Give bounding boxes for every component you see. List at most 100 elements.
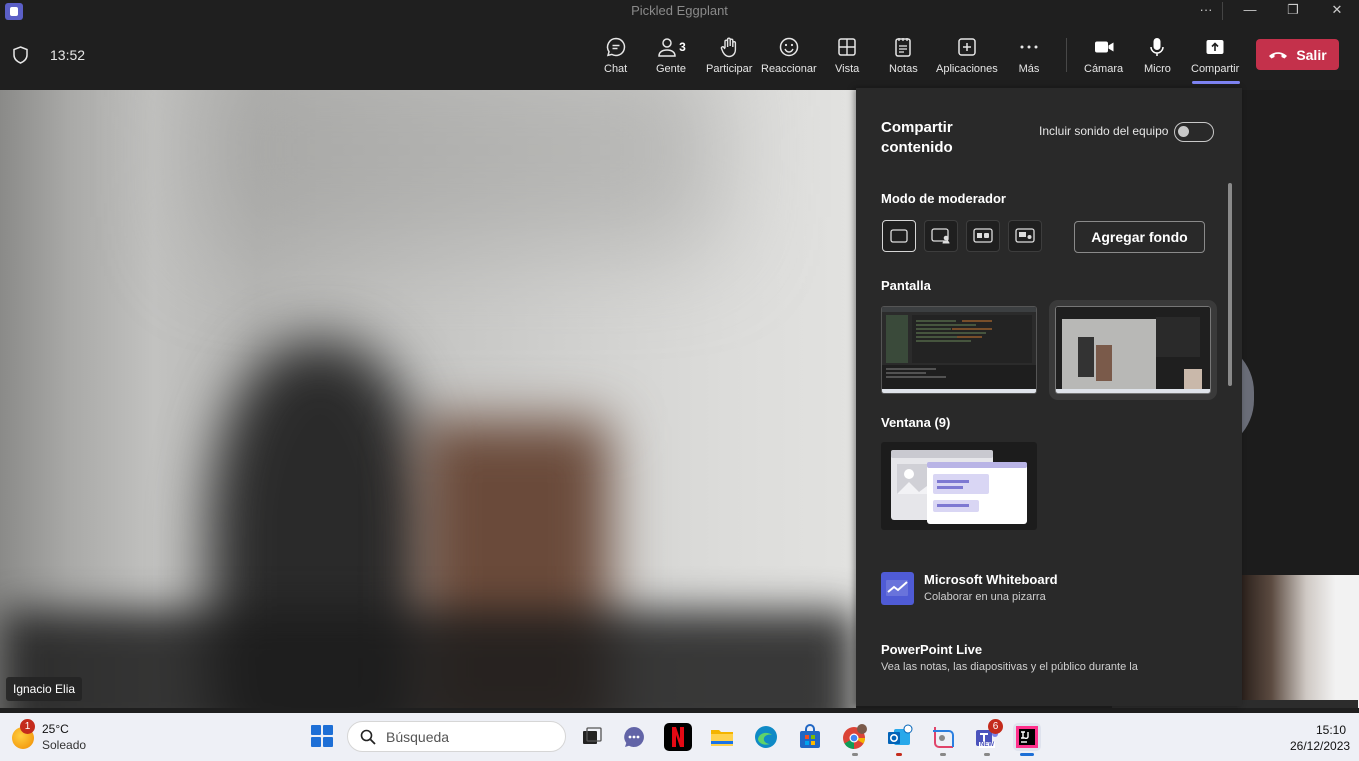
participant-gallery xyxy=(1202,90,1359,708)
window-title: Pickled Eggplant xyxy=(631,3,728,18)
self-video-tile[interactable] xyxy=(1242,575,1359,708)
side-by-side-icon xyxy=(973,228,993,243)
presenter-mode-standout[interactable] xyxy=(924,220,958,252)
notes-button[interactable]: Notas xyxy=(889,36,918,78)
presenter-mode-side-by-side[interactable] xyxy=(966,220,1000,252)
raise-hand-button[interactable]: Participar xyxy=(706,36,752,78)
teams-new-icon[interactable]: 6 NEW xyxy=(973,719,1003,751)
toolbar-divider xyxy=(1066,38,1067,72)
screen-2-thumbnail[interactable] xyxy=(1049,300,1217,400)
window-illustration-icon xyxy=(891,450,1027,524)
more-label: Más xyxy=(1018,63,1040,75)
running-indicator xyxy=(896,753,902,756)
restore-button[interactable]: ❐ xyxy=(1273,0,1313,24)
chrome-icon[interactable] xyxy=(840,723,868,751)
screen-1-thumbnail[interactable] xyxy=(881,306,1037,394)
teams-chat-icon[interactable] xyxy=(620,723,648,751)
whiteboard-app-option[interactable]: Microsoft Whiteboard Colaborar en una pi… xyxy=(881,572,1058,605)
include-sound-label: Incluir sonido del equipo xyxy=(1039,124,1169,138)
blur-region xyxy=(200,90,720,250)
system-clock[interactable]: 15:10 26/12/2023 xyxy=(1290,722,1351,754)
apps-button[interactable]: Aplicaciones xyxy=(936,36,998,78)
meeting-timer: 13:52 xyxy=(50,47,86,63)
more-button[interactable]: Más xyxy=(1018,36,1040,78)
mic-button[interactable]: Micro xyxy=(1144,36,1171,78)
hang-up-icon xyxy=(1269,51,1288,58)
people-icon xyxy=(658,38,676,57)
running-indicator xyxy=(940,753,946,756)
store-icon[interactable] xyxy=(796,723,824,751)
teams-badge: 6 xyxy=(988,719,1003,734)
windows-logo-tile xyxy=(311,737,321,747)
view-button[interactable]: Vista xyxy=(835,36,859,78)
window-thumbnail[interactable] xyxy=(881,442,1037,530)
include-sound-toggle[interactable] xyxy=(1174,122,1214,142)
mic-label: Micro xyxy=(1144,63,1171,75)
add-background-button[interactable]: Agregar fondo xyxy=(1074,221,1205,253)
teams-new-label: NEW xyxy=(979,742,995,748)
camera-button[interactable]: Cámara xyxy=(1084,36,1123,78)
title-bar: Pickled Eggplant ··· — ❐ ✕ xyxy=(0,0,1359,24)
screen-2-preview xyxy=(1056,307,1210,393)
presenter-mode-heading: Modo de moderador xyxy=(881,191,1006,206)
powerpoint-live-desc: Vea las notas, las diapositivas y el púb… xyxy=(881,661,1138,673)
standout-icon xyxy=(931,228,950,244)
edge-icon[interactable] xyxy=(752,723,780,751)
view-icon xyxy=(838,38,856,56)
running-indicator xyxy=(984,753,990,756)
start-button[interactable] xyxy=(311,725,333,747)
apps-icon xyxy=(958,38,976,56)
react-icon xyxy=(779,37,799,57)
titlebar-divider xyxy=(1222,2,1223,20)
content-only-icon xyxy=(890,229,908,243)
intellij-icon[interactable] xyxy=(1013,723,1041,751)
search-placeholder: Búsqueda xyxy=(386,728,450,745)
search-icon xyxy=(360,729,376,745)
file-explorer-icon[interactable] xyxy=(708,723,736,751)
leave-button[interactable]: Salir xyxy=(1256,39,1339,70)
weather-condition: Soleado xyxy=(42,738,87,752)
share-content-panel: Compartir contenido Incluir sonido del e… xyxy=(856,88,1242,706)
share-label: Compartir xyxy=(1191,63,1240,75)
whiteboard-name: Microsoft Whiteboard xyxy=(924,572,1058,587)
temperature: 25°C xyxy=(42,722,69,736)
react-button[interactable]: Reaccionar xyxy=(761,36,817,78)
presenter-mode-reporter[interactable] xyxy=(1008,220,1042,252)
chat-button[interactable]: Chat xyxy=(604,36,627,78)
screen-1-preview xyxy=(882,307,1036,393)
windows-logo-tile xyxy=(311,725,321,735)
people-button[interactable]: 3 Gente xyxy=(656,36,686,78)
notes-icon xyxy=(895,38,912,57)
snipping-tool-icon[interactable] xyxy=(929,723,957,751)
share-button[interactable]: Compartir xyxy=(1191,36,1239,78)
share-panel-title: Compartir contenido xyxy=(881,119,953,156)
whiteboard-desc: Colaborar en una pizarra xyxy=(924,591,1046,603)
taskbar-search[interactable]: Búsqueda xyxy=(347,721,566,752)
task-view-icon[interactable] xyxy=(578,723,606,751)
presenter-mode-content-only[interactable] xyxy=(882,220,916,252)
whiteboard-icon xyxy=(881,572,914,605)
sun-icon: 1 xyxy=(12,719,35,749)
camera-icon xyxy=(1094,41,1114,53)
clock-date: 26/12/2023 xyxy=(1290,739,1351,753)
running-indicator xyxy=(852,753,858,756)
window-heading: Ventana (9) xyxy=(881,415,951,430)
windows-logo-tile xyxy=(323,725,333,735)
outlook-icon[interactable] xyxy=(885,723,913,751)
weather-widget[interactable]: 1 25°C Soleado xyxy=(12,719,87,753)
react-label: Reaccionar xyxy=(761,63,817,75)
clock-time: 15:10 xyxy=(1315,723,1346,737)
netflix-icon[interactable] xyxy=(664,723,692,751)
people-count: 3 xyxy=(679,40,686,54)
powerpoint-live-option[interactable]: PowerPoint Live Vea las notas, las diapo… xyxy=(881,642,1138,673)
windows-logo-tile xyxy=(323,737,333,747)
minimize-button[interactable]: — xyxy=(1230,0,1270,24)
share-panel-scrollbar[interactable] xyxy=(1228,183,1232,386)
more-options-button[interactable]: ··· xyxy=(1186,0,1226,24)
apps-label: Aplicaciones xyxy=(936,63,998,75)
share-active-indicator xyxy=(1192,81,1240,84)
view-label: Vista xyxy=(835,63,860,75)
share-icon xyxy=(1206,40,1224,54)
close-button[interactable]: ✕ xyxy=(1317,0,1357,24)
shield-icon xyxy=(13,46,28,64)
